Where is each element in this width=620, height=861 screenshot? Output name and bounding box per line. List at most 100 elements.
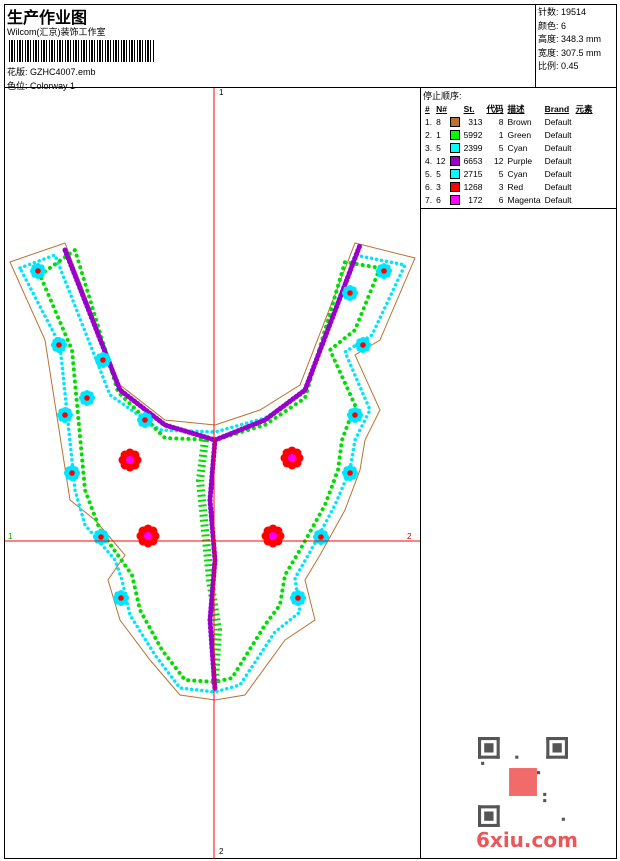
watermark-text: 6xiu.com [476, 828, 578, 852]
axis-label-top: 1 [219, 88, 224, 97]
cyan-flower [29, 262, 47, 280]
stat-width: 宽度: 307.5 mm [538, 47, 602, 58]
element [574, 115, 595, 128]
qr-code-watermark [478, 737, 568, 827]
color-swatch [449, 168, 460, 179]
axis-label-bottom: 2 [219, 847, 224, 856]
row-index: 2. [425, 129, 433, 140]
color-swatch [449, 129, 460, 140]
cyan-flower [312, 528, 330, 546]
color-swatch-cell [448, 154, 462, 167]
color-swatch [449, 142, 460, 153]
header: 生产作业图 Wilcom(汇京)装饰工作室 花版: GZHC4007.emb 色… [4, 4, 617, 91]
color-swatch-cell [448, 180, 462, 193]
stitch-count: 5992 [463, 129, 483, 140]
stitch-count: 313 [468, 116, 483, 127]
stitch-count: 1268 [463, 181, 483, 192]
cyan-flower [341, 464, 359, 482]
column-header: Brand [544, 103, 570, 114]
column-header: 描述 [507, 103, 525, 114]
brand: Default [544, 129, 572, 140]
cyan-flower [112, 589, 130, 607]
stop-sequence: 停止顺序: # N# St. 代码 描述 Brand 元素 1. 8 313 8 Brown Defa… [421, 88, 617, 209]
stat-stitches: 针数: 19514 [538, 7, 587, 17]
design-file: 花版: GZHC4007.emb [7, 67, 96, 77]
table-row[interactable]: 5. 5 2715 5 Cyan Default [423, 167, 595, 180]
element [574, 128, 595, 141]
studio-name: Wilcom(汇京)装饰工作室 [7, 27, 106, 37]
brand: Default [544, 155, 572, 166]
table-row[interactable]: 7. 6 172 6 Magenta Default [423, 193, 595, 206]
element [574, 193, 595, 206]
color-desc: Cyan [507, 168, 528, 179]
purple-satin [62, 242, 363, 693]
color-desc: Magenta [507, 194, 541, 205]
color-code: 3 [498, 181, 504, 192]
color-code: 5 [498, 168, 504, 179]
row-index: 7. [425, 194, 433, 205]
stitch-count: 6653 [463, 155, 483, 166]
cyan-flower [375, 262, 393, 280]
design-canvas: 1 1 2 2 [5, 88, 420, 859]
table-row[interactable]: 1. 8 313 8 Brown Default [423, 115, 595, 128]
color-swatch-cell [448, 141, 462, 154]
color-code: 12 [494, 155, 504, 166]
seal-icon [509, 768, 537, 796]
element [574, 141, 595, 154]
red-flower [280, 446, 304, 470]
color-desc: Brown [507, 116, 532, 127]
cyan-flower [94, 351, 112, 369]
stats-panel: 针数: 19514 颜色: 6 高度: 348.3 mm 宽度: 307.5 m… [535, 4, 617, 88]
color-swatch-cell [448, 193, 462, 206]
needle: 6 [436, 194, 441, 205]
color-swatch [449, 155, 460, 166]
element [574, 154, 595, 167]
table-row[interactable]: 4. 12 6653 12 Purple Default [423, 154, 595, 167]
column-header: # [425, 103, 430, 114]
brand: Default [544, 116, 572, 127]
color-code: 8 [498, 116, 504, 127]
element [574, 167, 595, 180]
column-header: 元素 [575, 103, 593, 114]
red-flower [136, 524, 160, 548]
color-swatch-cell [448, 128, 462, 141]
stop-sequence-table: # N# St. 代码 描述 Brand 元素 1. 8 313 8 Brown Default 2. 1… [423, 102, 595, 206]
cyan-flower [341, 284, 359, 302]
stat-scale: 比例: 0.45 [538, 61, 579, 71]
brand: Default [544, 181, 572, 192]
column-header: N# [436, 103, 447, 114]
brand: Default [544, 168, 572, 179]
color-code: 5 [498, 142, 504, 153]
brand: Default [544, 194, 572, 205]
stitch-count: 2399 [463, 142, 483, 153]
row-index: 1. [425, 116, 433, 127]
color-swatch [449, 116, 460, 127]
color-swatch-cell [448, 115, 462, 128]
column-header: St. [463, 103, 475, 114]
table-row[interactable]: 6. 3 1268 3 Red Default [423, 180, 595, 193]
axis-label-left: 1 [8, 532, 13, 541]
stop-sequence-title: 停止顺序: [423, 91, 462, 101]
color-desc: Green [507, 129, 532, 140]
axis-label-right: 2 [407, 532, 412, 541]
element [574, 180, 595, 193]
cyan-flower [346, 406, 364, 424]
table-row[interactable]: 2. 1 5992 1 Green Default [423, 128, 595, 141]
stat-colors: 颜色: 6 [538, 20, 567, 31]
cyan-flower [289, 589, 307, 607]
color-swatch [449, 194, 460, 205]
color-swatch [449, 181, 460, 192]
needle: 5 [436, 168, 441, 179]
needle: 12 [436, 155, 446, 166]
row-index: 3. [425, 142, 433, 153]
color-desc: Purple [507, 155, 533, 166]
cyan-flower [78, 389, 96, 407]
stitch-count: 172 [468, 194, 483, 205]
cyan-flower [63, 464, 81, 482]
color-desc: Red [507, 181, 524, 192]
needle: 8 [436, 116, 441, 127]
column-header: 代码 [486, 103, 504, 114]
table-row[interactable]: 3. 5 2399 5 Cyan Default [423, 141, 595, 154]
red-flower [118, 448, 142, 472]
row-index: 6. [425, 181, 433, 192]
